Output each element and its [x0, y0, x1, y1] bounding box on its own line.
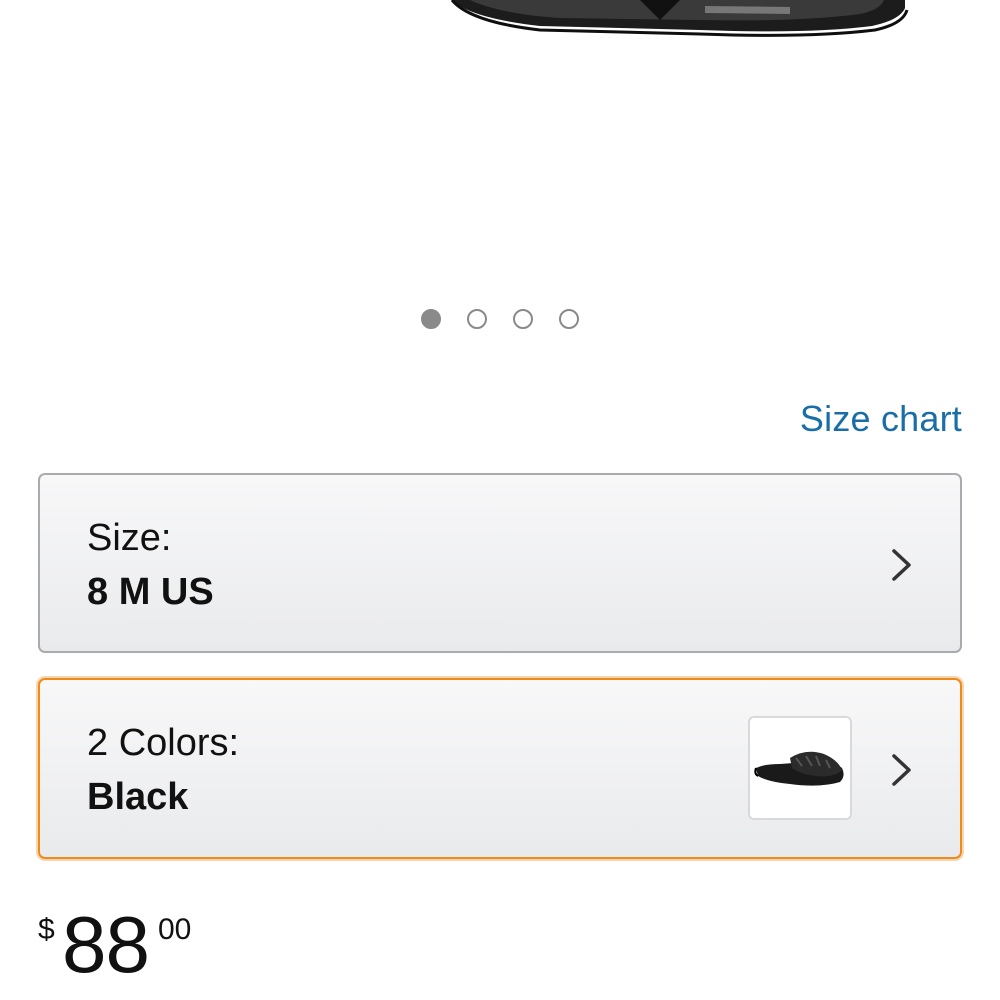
- size-selector-label: Size:: [87, 517, 172, 559]
- size-chart-link[interactable]: Size chart: [800, 398, 962, 440]
- size-selector[interactable]: Size: 8 M US: [38, 473, 962, 653]
- product-detail-page: Size chart Size: 8 M US 2 Colors: Black …: [0, 0, 1000, 1000]
- size-selector-value: 8 M US: [87, 571, 214, 613]
- carousel-dot-1[interactable]: [421, 309, 441, 329]
- image-carousel-dots: [0, 309, 1000, 335]
- price-currency: $: [38, 913, 55, 946]
- product-image[interactable]: [0, 0, 1000, 290]
- carousel-dot-4[interactable]: [559, 309, 579, 329]
- color-selector-value: Black: [87, 776, 189, 818]
- sandal-thumbnail-icon: [754, 751, 844, 786]
- color-selector-label: 2 Colors:: [87, 722, 240, 764]
- sandal-image-crop: [450, 0, 909, 37]
- price-fraction: 00: [158, 913, 192, 946]
- carousel-dot-3[interactable]: [513, 309, 533, 329]
- price-whole: 88: [62, 900, 150, 989]
- chevron-right-icon: [892, 754, 911, 786]
- color-swatch-thumbnail: [748, 716, 852, 820]
- carousel-dot-2[interactable]: [467, 309, 487, 329]
- color-selector[interactable]: 2 Colors: Black: [38, 678, 962, 859]
- chevron-right-icon: [892, 549, 911, 581]
